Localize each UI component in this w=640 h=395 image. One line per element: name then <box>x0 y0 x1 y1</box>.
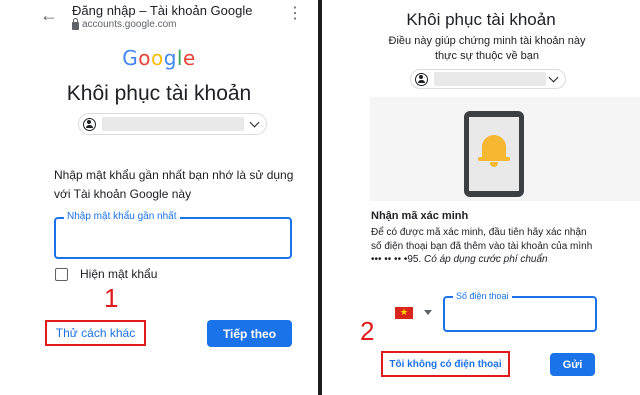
browser-top-bar: ← Đăng nhập – Tài khoản Google accounts.… <box>0 0 318 40</box>
description-note: Có áp dụng cước phí chuẩn <box>424 254 548 265</box>
chevron-down-icon <box>249 117 260 128</box>
try-another-way-button[interactable]: Thử cách khác <box>45 320 146 346</box>
vietnam-flag-icon[interactable] <box>395 306 413 319</box>
bell-icon <box>478 135 510 167</box>
section-title: Nhận mã xác minh <box>371 210 469 222</box>
password-field[interactable]: Nhập mật khẩu gần nhất <box>54 211 292 259</box>
send-button[interactable]: Gửi <box>550 353 595 376</box>
subtitle: Điều này giúp chứng minh tài khoản này t… <box>388 35 586 62</box>
google-logo: Google <box>122 46 196 70</box>
account-circle-icon <box>415 72 428 86</box>
phone-screen <box>469 117 519 191</box>
account-circle-icon <box>83 117 96 131</box>
instruction-text: Nhập mật khẩu gần nhất bạn nhớ là sử dụn… <box>54 168 294 201</box>
next-button[interactable]: Tiếp theo <box>207 320 292 347</box>
page-title: Đăng nhập – Tài khoản Google <box>72 3 253 18</box>
account-chip[interactable] <box>410 69 566 89</box>
phone-number-field[interactable]: Số điện thoại <box>443 291 597 332</box>
left-panel: ← Đăng nhập – Tài khoản Google accounts.… <box>0 0 318 395</box>
back-arrow-icon[interactable]: ← <box>40 6 58 24</box>
heading: Khôi phục tài khoản <box>66 82 252 105</box>
url-display: accounts.google.com <box>72 17 177 30</box>
password-field-label: Nhập mật khẩu gần nhất <box>64 211 180 222</box>
redacted-email <box>102 117 244 131</box>
no-phone-button[interactable]: Tôi không có điện thoại <box>381 351 510 377</box>
phone-number-label: Số điện thoại <box>453 291 512 301</box>
heading: Khôi phục tài khoản <box>406 10 556 29</box>
show-password-row[interactable]: Hiện mật khẩu <box>55 267 157 281</box>
step-number-1: 1 <box>104 283 119 313</box>
phone-illustration <box>370 97 640 201</box>
url-text: accounts.google.com <box>82 19 177 30</box>
show-password-checkbox[interactable] <box>55 267 68 281</box>
chevron-down-icon <box>548 72 559 83</box>
phone-icon <box>464 111 524 197</box>
more-vert-icon[interactable]: ⋮ <box>287 6 303 22</box>
redacted-email <box>434 72 546 86</box>
account-chip[interactable] <box>78 113 267 135</box>
show-password-label: Hiện mật khẩu <box>80 267 158 281</box>
step-number-2: 2 <box>360 316 375 346</box>
caret-down-icon[interactable] <box>424 310 432 315</box>
description-text: Để có được mã xác minh, đầu tiên hãy xác… <box>371 226 599 267</box>
lock-icon <box>72 17 79 30</box>
